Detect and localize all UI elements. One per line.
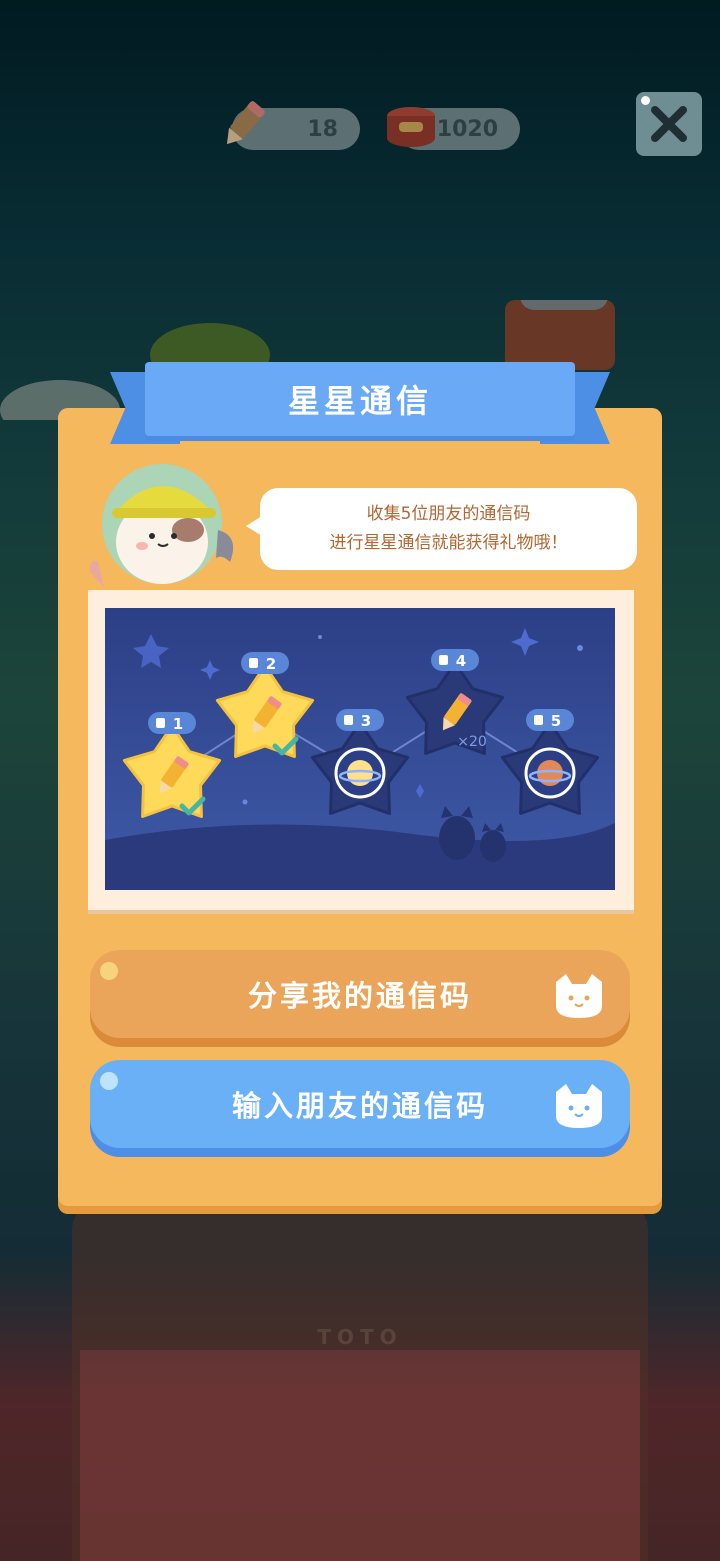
speech-bubble: 收集5位朋友的通信码 进行星星通信就能获得礼物哦！ <box>246 488 637 570</box>
input-code-button[interactable]: 输入朋友的通信码 <box>90 1060 630 1148</box>
star-label-cat-icon <box>344 715 353 725</box>
star-number: 1 <box>173 715 183 733</box>
astronaut-cat-mascot <box>90 464 234 587</box>
cat-face-icon <box>556 974 602 1018</box>
star-label-cat-icon <box>249 658 258 668</box>
star-number: 4 <box>456 652 466 670</box>
input-code-label: 输入朋友的通信码 <box>231 1089 488 1123</box>
close-button[interactable] <box>636 92 702 156</box>
house-planet-icon <box>524 747 576 799</box>
star-number: 2 <box>266 655 276 673</box>
star-label-cat-icon <box>534 715 543 725</box>
reward-count: ×20 <box>457 734 487 750</box>
pencil-count: 18 <box>307 116 338 142</box>
cat-face-icon <box>556 1084 602 1128</box>
star-number: 5 <box>551 712 561 730</box>
star-number: 3 <box>361 712 371 730</box>
message-line-2: 进行星星通信就能获得礼物哦！ <box>329 533 568 553</box>
star-label-cat-icon <box>439 655 448 665</box>
dialog-title: 星星通信 <box>145 362 575 436</box>
star-map: 1 2 3 4 ×20 5 <box>105 608 615 890</box>
cat-food-can-icon <box>387 107 435 147</box>
can-count: 1020 <box>436 116 498 142</box>
share-code-label: 分享我的通信码 <box>247 979 472 1013</box>
message-line-1: 收集5位朋友的通信码 <box>366 504 531 524</box>
star-label-cat-icon <box>156 718 165 728</box>
cat-planet-icon <box>334 747 386 799</box>
pencil-icon <box>226 101 265 145</box>
close-icon <box>651 106 687 142</box>
share-code-button[interactable]: 分享我的通信码 <box>90 950 630 1038</box>
